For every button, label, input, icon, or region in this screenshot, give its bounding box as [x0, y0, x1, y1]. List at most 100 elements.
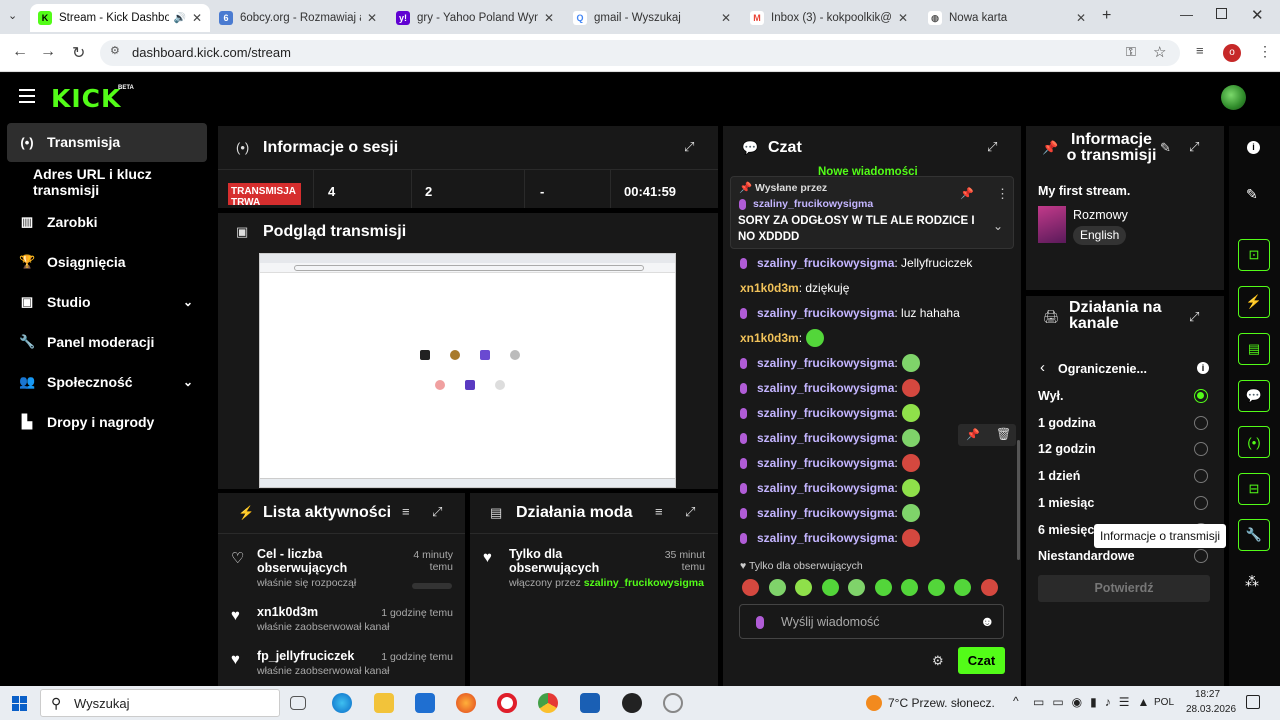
firefox-icon[interactable]	[456, 693, 476, 713]
emote-icon[interactable]	[901, 504, 920, 522]
radio-button[interactable]	[1194, 495, 1208, 510]
outlook-icon[interactable]	[415, 693, 435, 713]
tab-list-button[interactable]: ⌄	[8, 9, 17, 22]
emote-icon[interactable]	[901, 429, 920, 447]
chevron-down-icon[interactable]: ⌄	[183, 295, 193, 309]
sidebar-item[interactable]: 👥 Społeczność ⌄	[7, 363, 207, 401]
emote-icon[interactable]	[848, 579, 865, 596]
tab-close-icon[interactable]: ✕	[367, 11, 377, 25]
radio-button[interactable]	[1194, 442, 1208, 457]
tab-close-icon[interactable]: ✕	[721, 11, 731, 25]
password-key-icon[interactable]: ⚿	[1126, 44, 1136, 60]
user-avatar[interactable]	[1221, 85, 1246, 110]
close-window-button[interactable]: ✕	[1251, 6, 1264, 24]
radio-button[interactable]	[1194, 389, 1208, 403]
tab-audio-icon[interactable]: 🔊	[173, 13, 185, 24]
emote-icon[interactable]	[901, 354, 920, 372]
task-view-icon[interactable]	[290, 696, 306, 710]
chat-username[interactable]: szaliny_frucikowysigma	[757, 456, 894, 470]
store-icon[interactable]	[580, 693, 600, 713]
chat-username[interactable]: szaliny_frucikowysigma	[757, 531, 894, 545]
sidebar-item[interactable]: 🏆 Osiągnięcia	[7, 243, 207, 281]
language-indicator[interactable]: POL	[1154, 697, 1174, 708]
chat-username[interactable]: szaliny_frucikowysigma	[757, 356, 894, 370]
sidebar-item[interactable]: 🔧 Panel moderacji	[7, 323, 207, 361]
stream-preview-video[interactable]	[259, 253, 676, 488]
opera-icon[interactable]	[497, 693, 517, 713]
tab-close-icon[interactable]: ✕	[544, 11, 554, 25]
tab-close-icon[interactable]: ✕	[898, 11, 908, 25]
sidebar-item[interactable]: (•) Transmisja	[7, 123, 207, 161]
emote-icon[interactable]	[954, 579, 971, 596]
chat-username[interactable]: szaliny_frucikowysigma	[757, 256, 894, 270]
filter-icon[interactable]: ≡	[402, 504, 410, 519]
pin-message-icon[interactable]: 📌	[966, 428, 980, 441]
restriction-option[interactable]: Wył.	[1038, 384, 1208, 408]
rail-info-icon[interactable]: i	[1247, 141, 1260, 154]
restriction-option[interactable]: 1 dzień	[1038, 464, 1208, 488]
media-control-icon[interactable]: ≡	[1196, 43, 1204, 58]
category-name[interactable]: Rozmowy	[1073, 208, 1128, 222]
browser-menu-icon[interactable]: ⋮	[1258, 43, 1272, 60]
notifications-icon[interactable]	[1246, 695, 1260, 709]
back-icon[interactable]: ←	[12, 43, 28, 61]
chat-username[interactable]: szaliny_frucikowysigma	[757, 431, 894, 445]
chat-username[interactable]: xn1k0d3m	[740, 281, 799, 295]
emote-icon[interactable]	[927, 579, 945, 596]
rail-actions-icon[interactable]: ⊟	[1238, 473, 1270, 505]
confirm-button[interactable]: Potwierdź	[1038, 575, 1210, 602]
profile-avatar[interactable]: o	[1223, 44, 1241, 62]
unpin-icon[interactable]: 📌	[960, 187, 974, 200]
stream-info-popout-icon[interactable]: ⤢	[1189, 139, 1199, 155]
chat-username[interactable]: szaliny_frucikowysigma	[757, 506, 894, 520]
emote-icon[interactable]	[795, 579, 812, 596]
emote-icon[interactable]	[874, 579, 892, 596]
url-input[interactable]: ⚙ dashboard.kick.com/stream	[100, 40, 1180, 66]
app-circle-icon[interactable]	[663, 693, 683, 713]
browser-tab[interactable]: 6 6obcy.org - Rozmawiaj ano ✕	[211, 4, 385, 32]
rail-chat-icon[interactable]: 💬	[1238, 380, 1270, 412]
mod-popout-icon[interactable]: ⤢	[685, 504, 695, 520]
emote-icon[interactable]	[768, 579, 786, 596]
obs-icon[interactable]	[622, 693, 642, 713]
minimize-button[interactable]: —	[1180, 7, 1193, 22]
mod-filter-icon[interactable]: ≡	[655, 504, 663, 519]
new-tab-button[interactable]: +	[1102, 7, 1111, 25]
sidebar-item[interactable]: Adres URL i klucz transmisji	[7, 163, 207, 201]
tray-chevron-icon[interactable]: ^	[1013, 694, 1019, 708]
emote-icon[interactable]	[901, 479, 920, 497]
rail-broadcast-icon[interactable]: (•)	[1238, 426, 1270, 458]
edit-pencil-icon[interactable]: ✎	[1160, 140, 1171, 156]
maximize-button[interactable]	[1216, 8, 1227, 19]
chat-send-button[interactable]: Czat	[958, 647, 1005, 674]
taskbar-search[interactable]: ⚲ Wyszukaj	[40, 689, 280, 717]
emote-icon[interactable]	[901, 379, 920, 397]
info-icon[interactable]: i	[1197, 362, 1209, 374]
rail-notes-icon[interactable]: ▤	[1238, 333, 1270, 365]
activity-popout-icon[interactable]: ⤢	[432, 504, 442, 520]
chat-username[interactable]: szaliny_frucikowysigma	[757, 481, 894, 495]
rail-connections-icon[interactable]: ⁂	[1245, 573, 1259, 590]
chat-input[interactable]: Wyślij wiadomość ☻	[739, 604, 1004, 639]
restriction-option[interactable]: 1 godzina	[1038, 411, 1208, 435]
reload-icon[interactable]: ↻	[72, 43, 85, 63]
tab-close-icon[interactable]: ✕	[192, 11, 202, 25]
chat-username[interactable]: szaliny_frucikowysigma	[757, 306, 894, 320]
kick-logo[interactable]: KICK	[51, 84, 121, 113]
browser-tab[interactable]: M Inbox (3) - kokpoolkik@gm ✕	[742, 4, 916, 32]
radio-button[interactable]	[1194, 469, 1208, 484]
clock-time[interactable]: 18:27	[1195, 689, 1220, 700]
site-info-icon[interactable]: ⚙	[110, 44, 120, 57]
bookmark-star-icon[interactable]: ☆	[1153, 43, 1166, 61]
rail-edit-icon[interactable]: ✎	[1246, 186, 1258, 203]
clock-date[interactable]: 28.03.2026	[1186, 704, 1236, 715]
expand-chevron-icon[interactable]: ⌄	[993, 219, 1003, 233]
emote-icon[interactable]	[821, 579, 839, 596]
emote-icon[interactable]	[901, 454, 920, 472]
file-explorer-icon[interactable]	[374, 693, 394, 713]
start-button[interactable]	[12, 696, 27, 711]
new-messages-label[interactable]: Nowe wiadomości	[818, 166, 918, 176]
rail-screenshot-icon[interactable]: ⊡	[1238, 239, 1270, 271]
chat-settings-icon[interactable]: ⚙	[932, 653, 944, 669]
browser-tab[interactable]: y! gry - Yahoo Poland Wyniki ✕	[388, 4, 562, 32]
